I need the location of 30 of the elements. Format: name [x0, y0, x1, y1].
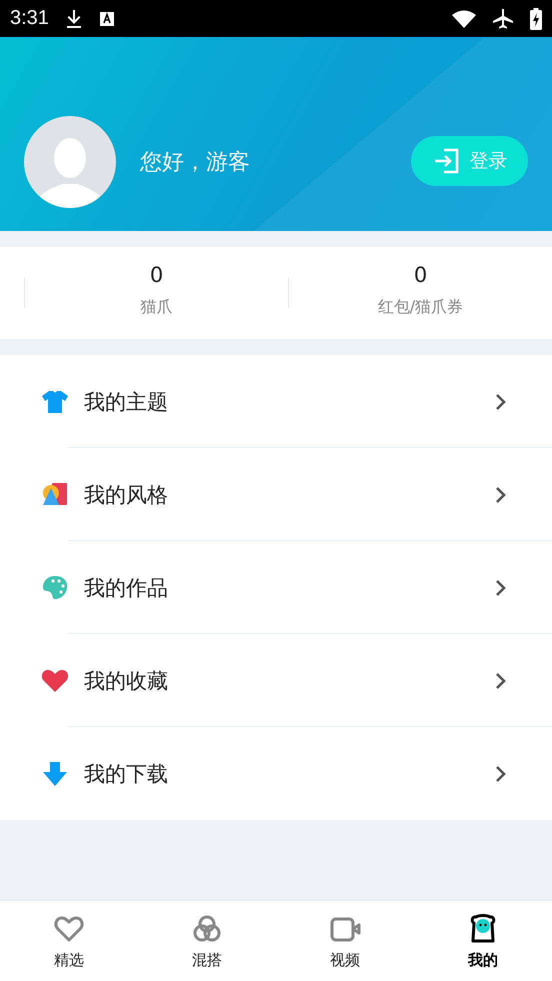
- chevron-right-icon: [494, 578, 508, 598]
- airplane-icon: [492, 8, 514, 30]
- menu-item[interactable]: 我的下载: [0, 727, 552, 820]
- chevron-right-icon: [494, 484, 508, 504]
- tab-label: 混搭: [192, 950, 222, 970]
- nav-tab[interactable]: 我的: [414, 901, 552, 981]
- rings-icon: [191, 912, 223, 944]
- battery-icon: [530, 8, 542, 30]
- nav-tab[interactable]: 精选: [0, 901, 138, 981]
- stat-value: 0: [414, 262, 428, 286]
- menu-item[interactable]: 我的作品: [0, 541, 552, 634]
- menu-item[interactable]: 我的风格: [0, 448, 552, 541]
- tab-label: 视频: [330, 950, 360, 970]
- text-icon: [98, 10, 115, 26]
- stat-label: 猫爪: [140, 296, 172, 318]
- stat-value: 0: [150, 262, 164, 286]
- stat-label: 红包/猫爪券: [378, 296, 464, 318]
- status-time: 3:31: [10, 7, 49, 30]
- nav-tab[interactable]: 混搭: [138, 901, 276, 981]
- chevron-right-icon: [494, 764, 508, 784]
- nav-tab[interactable]: 视频: [276, 901, 414, 981]
- tab-label: 我的: [468, 950, 498, 970]
- menu-item[interactable]: 我的主题: [0, 355, 552, 448]
- download-icon: [64, 8, 83, 28]
- wifi-icon: [452, 10, 476, 28]
- menu-item[interactable]: 我的收藏: [0, 634, 552, 727]
- chevron-right-icon: [494, 392, 508, 412]
- tab-label: 精选: [54, 950, 84, 970]
- greeting-text: 您好，游客: [140, 149, 250, 177]
- chevron-right-icon: [494, 670, 508, 690]
